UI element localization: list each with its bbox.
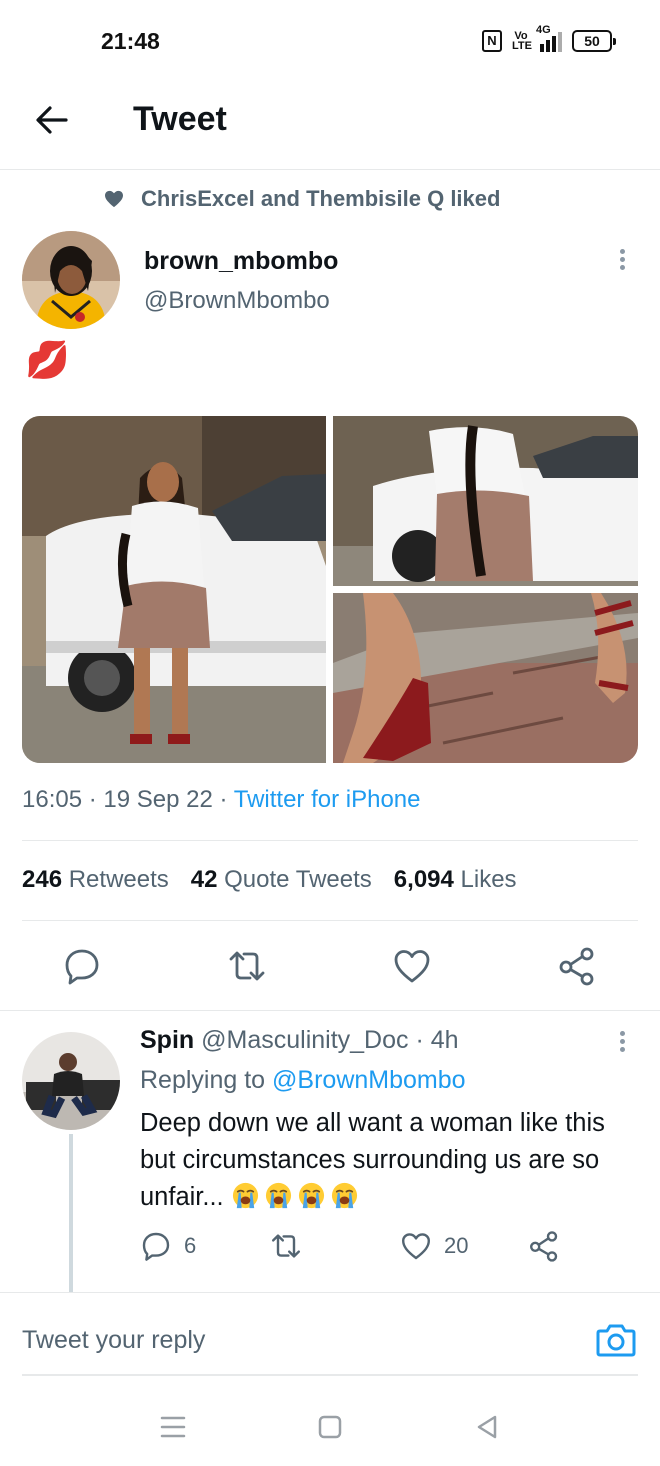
loudly-crying-face-icon	[232, 1182, 258, 1209]
avatar-image	[22, 231, 120, 329]
like-button[interactable]	[392, 946, 432, 986]
arrow-left-icon	[36, 106, 68, 134]
author-name[interactable]: brown_mbombo	[144, 247, 338, 276]
divider	[22, 840, 638, 841]
loudly-crying-face-icon	[331, 1182, 357, 1209]
share-icon	[530, 1231, 558, 1262]
loudly-crying-face-icon	[265, 1182, 291, 1209]
loudly-crying-face-icon	[298, 1182, 324, 1209]
divider	[0, 1292, 660, 1293]
tweet-meta: 16:05 · 19 Sep 22 · Twitter for iPhone	[22, 786, 421, 813]
reply-author-name[interactable]: Spin	[140, 1026, 194, 1054]
back-triangle-icon	[477, 1415, 497, 1439]
camera-button[interactable]	[596, 1322, 636, 1358]
heart-icon	[402, 1233, 430, 1260]
battery-icon: 50	[572, 30, 616, 52]
reply-text: Deep down we all want a woman like this …	[140, 1109, 605, 1211]
reply-reply-count: 6	[184, 1233, 197, 1258]
likes-stat[interactable]: 6,094 Likes	[394, 866, 517, 894]
tweet-source-link[interactable]: Twitter for iPhone	[234, 786, 421, 813]
reply-share-button[interactable]	[528, 1230, 560, 1262]
heart-icon	[394, 950, 430, 983]
heart-filled-icon	[105, 190, 123, 208]
reply-action-bar: 6 20	[140, 1230, 600, 1270]
reply-icon	[142, 1232, 170, 1261]
network-type: 4G	[536, 24, 551, 36]
share-icon	[559, 947, 594, 986]
retweets-label: Retweets	[68, 866, 169, 893]
likes-label: Likes	[460, 866, 517, 893]
thread-line	[69, 1134, 73, 1292]
tweet-stats: 246 Retweets 42 Quote Tweets 6,094 Likes	[22, 866, 517, 894]
share-button[interactable]	[557, 946, 597, 986]
reply-reply-button[interactable]: 6	[140, 1230, 196, 1262]
reply-input[interactable]	[22, 1310, 562, 1370]
replying-to-label: Replying to	[140, 1066, 266, 1094]
back-button[interactable]	[30, 98, 74, 142]
tweet-action-bar	[0, 942, 660, 992]
reply-like-count: 20	[444, 1233, 469, 1258]
tweet-photo-1[interactable]	[22, 416, 326, 763]
quotes-count: 42	[190, 866, 218, 893]
reply-author-avatar[interactable]	[22, 1032, 120, 1130]
emoji-row	[231, 1182, 363, 1211]
quotes-label: Quote Tweets	[224, 866, 372, 893]
reply-header: Spin @Masculinity_Doc · 4h	[140, 1026, 459, 1054]
divider	[22, 920, 638, 921]
retweet-icon	[229, 951, 265, 981]
back-nav-button[interactable]	[473, 1412, 503, 1442]
reply-input-underline	[22, 1374, 638, 1376]
reply-more-options-button[interactable]	[610, 1028, 634, 1058]
app-header: Tweet	[0, 84, 660, 170]
likes-count: 6,094	[393, 866, 454, 893]
more-options-button[interactable]	[610, 246, 634, 276]
reply-icon	[65, 949, 99, 985]
status-bar: 21:48 N Vo LTE 4G 50	[0, 0, 660, 84]
retweets-stat[interactable]: 246 Retweets	[22, 866, 169, 894]
status-icons: N Vo LTE 4G 50	[482, 24, 616, 52]
status-time: 21:48	[101, 28, 160, 54]
social-context[interactable]: ChrisExcel and Thembisile Q liked	[104, 186, 500, 212]
tweet-photo-3[interactable]	[333, 593, 638, 763]
replying-to-mention[interactable]: @BrownMbombo	[272, 1066, 466, 1094]
avatar-image	[22, 1032, 120, 1130]
page-title: Tweet	[133, 100, 227, 138]
reply-retweet-button[interactable]	[270, 1230, 302, 1262]
retweet-icon	[272, 1234, 300, 1258]
tweet-time: 16:05	[22, 786, 83, 813]
system-nav-bar	[0, 1390, 660, 1466]
author-handle[interactable]: @BrownMbombo	[144, 287, 330, 315]
home-square-icon	[318, 1415, 342, 1439]
quote-tweets-stat[interactable]: 42 Quote Tweets	[191, 866, 372, 894]
social-context-text: ChrisExcel and Thembisile Q liked	[141, 186, 501, 211]
tweet-photo-2[interactable]	[333, 416, 638, 586]
tweet-text: 💋	[25, 339, 70, 380]
author-avatar[interactable]	[22, 231, 120, 329]
reply-text-block: Deep down we all want a woman like this …	[140, 1105, 645, 1216]
reply-like-button[interactable]: 20	[400, 1230, 468, 1262]
camera-icon	[596, 1324, 636, 1357]
nfc-icon: N	[482, 30, 502, 52]
recents-button[interactable]	[158, 1412, 188, 1442]
reply-button[interactable]	[62, 946, 102, 986]
media-grid	[22, 416, 638, 763]
retweets-count: 246	[22, 866, 63, 893]
divider	[0, 1010, 660, 1011]
volte-icon: Vo LTE	[512, 30, 532, 52]
home-button[interactable]	[315, 1412, 345, 1442]
retweet-button[interactable]	[227, 946, 267, 986]
reply-age: 4h	[430, 1026, 459, 1054]
signal-icon: 4G	[536, 24, 562, 52]
tweet-date: 19 Sep 22	[103, 786, 213, 813]
menu-icon	[160, 1416, 186, 1438]
replying-to: Replying to @BrownMbombo	[140, 1066, 466, 1095]
reply-author-handle[interactable]: @Masculinity_Doc	[201, 1026, 408, 1054]
